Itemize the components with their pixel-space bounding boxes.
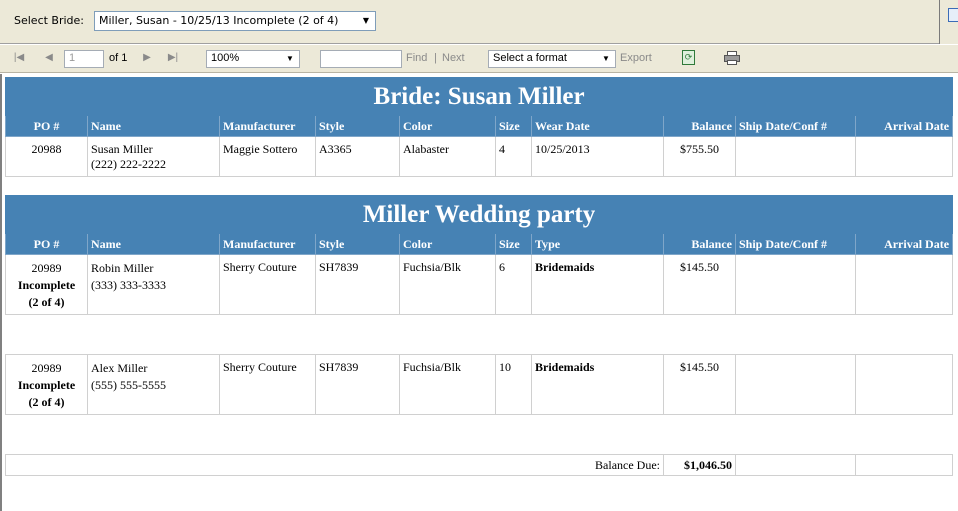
page-number-input[interactable]: 1 xyxy=(64,50,104,68)
zoom-select-value: 100% xyxy=(211,52,240,64)
ship-date xyxy=(735,136,856,177)
po-number: 20989 xyxy=(31,361,62,375)
column-header: Manufacturer xyxy=(219,233,316,255)
style: SH7839 xyxy=(315,254,400,315)
style: A3365 xyxy=(315,136,400,177)
bride-select-value: Miller, Susan - 10/25/13 Incomplete (2 o… xyxy=(99,14,339,27)
customer-phone: (333) 333-3333 xyxy=(91,278,166,292)
parameter-bar: Select Bride: Miller, Susan - 10/25/13 I… xyxy=(0,0,958,44)
column-header: PO # xyxy=(5,115,88,137)
column-header: Wear Date xyxy=(531,115,664,137)
column-header: Size xyxy=(495,233,532,255)
manufacturer: Sherry Couture xyxy=(219,354,316,415)
customer-phone: (555) 555-5555 xyxy=(91,378,166,392)
report-body: Bride: Susan Miller PO # Name Manufactur… xyxy=(0,74,958,511)
balance-due-value: $1,046.50 xyxy=(663,454,736,476)
balance-due-label: Balance Due: xyxy=(5,454,664,476)
ship-date xyxy=(735,254,856,315)
format-select-value: Select a format xyxy=(493,52,567,64)
ship-date xyxy=(735,354,856,415)
manufacturer: Maggie Sottero xyxy=(219,136,316,177)
customer-name: Robin Miller xyxy=(91,261,154,275)
chevron-down-icon: ▼ xyxy=(362,16,370,25)
column-header: Manufacturer xyxy=(219,115,316,137)
column-header: Arrival Date xyxy=(854,233,954,255)
print-icon[interactable] xyxy=(724,51,740,65)
manufacturer: Sherry Couture xyxy=(219,254,316,315)
color: Fuchsia/Blk xyxy=(399,254,496,315)
arrival-date xyxy=(854,254,954,315)
find-next-separator: | xyxy=(434,52,437,64)
next-link[interactable]: Next xyxy=(442,52,465,64)
find-text-input[interactable] xyxy=(320,50,402,68)
type: Bridemaids xyxy=(531,254,664,315)
chevron-down-icon: ▼ xyxy=(286,54,294,63)
column-header: Style xyxy=(315,115,400,137)
column-header: Arrival Date xyxy=(854,115,954,137)
bride-section-title: Bride: Susan Miller xyxy=(4,77,954,116)
totals-row: Balance Due: $1,046.50 xyxy=(5,454,953,476)
column-header: Ship Date/Conf # xyxy=(735,233,856,255)
table-row: 20989 Incomplete (2 of 4) Alex Miller (5… xyxy=(5,354,954,415)
column-header: Name xyxy=(87,115,220,137)
arrival-date xyxy=(854,136,954,177)
status-label: Incomplete xyxy=(17,278,76,292)
column-header: Size xyxy=(495,115,532,137)
color: Fuchsia/Blk xyxy=(399,354,496,415)
status-count: (2 of 4) xyxy=(28,295,65,309)
first-page-icon[interactable]: |◀ xyxy=(12,51,26,65)
row-spacer xyxy=(5,314,953,355)
bride-select[interactable]: Miller, Susan - 10/25/13 Incomplete (2 o… xyxy=(94,11,376,31)
button-fragment xyxy=(948,8,958,22)
totals-table: Balance Due: $1,046.50 xyxy=(5,454,953,476)
refresh-icon[interactable]: ⟳ xyxy=(682,50,695,65)
balance: $145.50 xyxy=(663,354,736,415)
balance: $755.50 xyxy=(663,136,736,177)
arrival-date xyxy=(854,354,954,415)
export-link[interactable]: Export xyxy=(620,52,652,64)
color: Alabaster xyxy=(399,136,496,177)
column-header: Balance xyxy=(663,233,736,255)
customer-phone: (222) 222-2222 xyxy=(91,157,166,171)
size: 6 xyxy=(495,254,532,315)
export-format-select[interactable]: Select a format ▼ xyxy=(488,50,616,68)
zoom-select[interactable]: 100% ▼ xyxy=(206,50,300,68)
next-page-icon[interactable]: ▶ xyxy=(140,51,154,65)
status-count: (2 of 4) xyxy=(28,395,65,409)
party-section-title: Miller Wedding party xyxy=(4,195,954,234)
wear-date: 10/25/2013 xyxy=(531,136,664,177)
balance: $145.50 xyxy=(663,254,736,315)
find-link[interactable]: Find xyxy=(406,52,427,64)
column-header: Type xyxy=(531,233,664,255)
column-header: Name xyxy=(87,233,220,255)
table-row: 20988 Susan Miller (222) 222-2222 Maggie… xyxy=(5,136,954,177)
type: Bridemaids xyxy=(531,354,664,415)
bride-table: Bride: Susan Miller PO # Name Manufactur… xyxy=(4,77,954,177)
report-toolbar: |◀ ◀ 1 of 1 ▶ ▶| 100% ▼ Find | Next Sele… xyxy=(0,45,958,73)
po-number: 20989 xyxy=(31,261,62,275)
column-header: Color xyxy=(399,115,496,137)
customer-name: Susan Miller xyxy=(91,142,153,156)
size: 4 xyxy=(495,136,532,177)
view-report-button-edge[interactable] xyxy=(939,0,958,44)
table-row: 20989 Incomplete (2 of 4) Robin Miller (… xyxy=(5,254,954,315)
column-header: Color xyxy=(399,233,496,255)
party-header-row: PO # Name Manufacturer Style Color Size … xyxy=(5,233,954,255)
style: SH7839 xyxy=(315,354,400,415)
previous-page-icon[interactable]: ◀ xyxy=(42,51,56,65)
customer-name: Alex Miller xyxy=(91,361,148,375)
column-header: PO # xyxy=(5,233,88,255)
wedding-party-table: Miller Wedding party PO # Name Manufactu… xyxy=(4,195,954,415)
last-page-icon[interactable]: ▶| xyxy=(166,51,180,65)
column-header: Style xyxy=(315,233,400,255)
page-count-label: of 1 xyxy=(109,52,128,64)
column-header: Ship Date/Conf # xyxy=(735,115,856,137)
size: 10 xyxy=(495,354,532,415)
status-label: Incomplete xyxy=(17,378,76,392)
column-header: Balance xyxy=(663,115,736,137)
po-number: 20988 xyxy=(5,136,88,177)
bride-header-row: PO # Name Manufacturer Style Color Size … xyxy=(5,115,954,137)
select-bride-label: Select Bride: xyxy=(14,14,85,27)
chevron-down-icon: ▼ xyxy=(602,54,610,63)
